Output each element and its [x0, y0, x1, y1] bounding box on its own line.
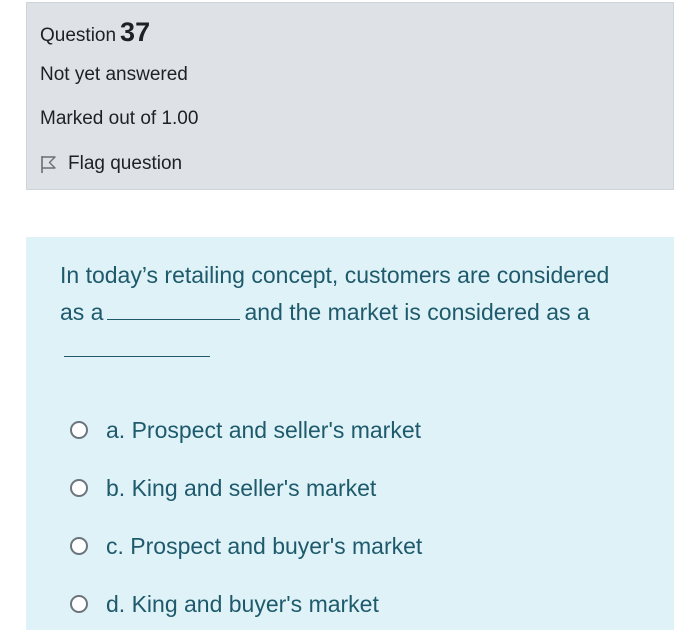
question-number-value: 37 [120, 17, 151, 47]
radio-icon[interactable] [70, 479, 88, 497]
option-b-label[interactable]: b. King and seller's market [106, 475, 376, 502]
question-label: Question [40, 25, 117, 46]
option-d[interactable]: d. King and buyer's market [70, 575, 422, 630]
question-text: In today’s retailing concept, customers … [60, 257, 620, 368]
flag-question-label: Flag question [68, 153, 183, 174]
option-b[interactable]: b. King and seller's market [70, 459, 422, 517]
answer-blank-1 [107, 297, 241, 320]
answer-blank-2 [64, 334, 210, 357]
option-a-label[interactable]: a. Prospect and seller's market [106, 417, 421, 444]
question-text-part2: and the market is considered as a [244, 299, 590, 325]
answer-options: a. Prospect and seller's market b. King … [70, 401, 422, 630]
flag-question-button[interactable]: Flag question [40, 149, 182, 179]
question-state: Not yet answered [40, 64, 188, 85]
question-content: In today’s retailing concept, customers … [26, 237, 674, 630]
quiz-page: Question 37 Not yet answered Marked out o… [0, 0, 700, 630]
question-grade: Marked out of 1.00 [40, 108, 199, 129]
option-c-label[interactable]: c. Prospect and buyer's market [106, 533, 422, 560]
option-a[interactable]: a. Prospect and seller's market [70, 401, 422, 459]
radio-icon[interactable] [70, 595, 88, 613]
option-c[interactable]: c. Prospect and buyer's market [70, 517, 422, 575]
option-d-label[interactable]: d. King and buyer's market [106, 591, 379, 618]
question-number: Question 37 [40, 17, 150, 51]
radio-icon[interactable] [70, 537, 88, 555]
flag-icon [41, 155, 56, 173]
radio-icon[interactable] [70, 421, 88, 439]
question-info-panel: Question 37 Not yet answered Marked out o… [26, 2, 674, 190]
